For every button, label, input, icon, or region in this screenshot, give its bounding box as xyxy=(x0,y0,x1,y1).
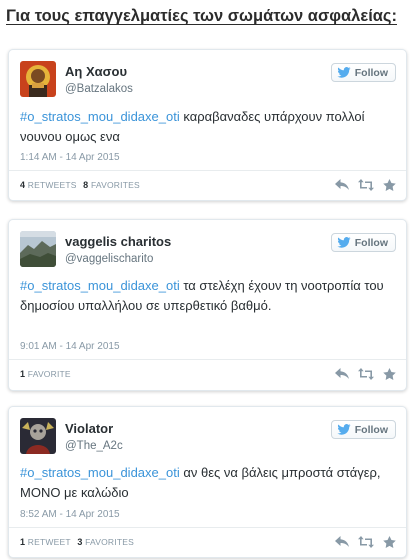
avatar[interactable] xyxy=(20,418,56,454)
retweets-label[interactable]: RETWEET xyxy=(28,537,71,547)
tweet-actions xyxy=(335,368,396,380)
retweet-icon[interactable] xyxy=(358,179,374,191)
author-handle[interactable]: @vaggelischarito xyxy=(65,253,153,265)
reply-icon[interactable] xyxy=(335,179,349,191)
author-handle[interactable]: @Batzalakos xyxy=(65,83,133,95)
retweet-count[interactable]: 4 xyxy=(20,180,25,190)
tweet-card: Violator @The_A2c Follow #o_stratos_mou_… xyxy=(8,406,407,558)
favorites-label[interactable]: FAVORITES xyxy=(91,180,140,190)
twitter-bird-icon xyxy=(337,67,351,78)
hashtag-link[interactable]: #o_stratos_mou_didaxe_oti xyxy=(20,109,180,124)
author-name[interactable]: vaggelis charitos xyxy=(65,234,171,249)
hashtag-link[interactable]: #o_stratos_mou_didaxe_oti xyxy=(20,465,180,480)
retweet-icon[interactable] xyxy=(358,368,374,380)
follow-label: Follow xyxy=(354,66,388,79)
retweet-icon[interactable] xyxy=(358,536,374,548)
favorite-count[interactable]: 8 xyxy=(83,180,88,190)
tweet-header: Αη Χασου @Batzalakos Follow xyxy=(20,61,396,101)
tweet-card: Αη Χασου @Batzalakos Follow #o_stratos_m… xyxy=(8,49,407,201)
retweet-count[interactable]: 1 xyxy=(20,537,25,547)
retweets-label[interactable]: RETWEETS xyxy=(28,180,77,190)
tweet-timestamp[interactable]: 8:52 AM - 14 Apr 2015 xyxy=(20,509,120,520)
divider xyxy=(9,170,406,171)
tweet-card: vaggelis charitos @vaggelischarito Follo… xyxy=(8,219,407,391)
twitter-bird-icon xyxy=(337,237,351,248)
tweet-timestamp[interactable]: 1:14 AM - 14 Apr 2015 xyxy=(20,152,120,163)
favorite-count[interactable]: 1 xyxy=(20,369,25,379)
tweet-text: #o_stratos_mou_didaxe_oti αν θες να βάλε… xyxy=(20,463,394,503)
favorite-icon[interactable] xyxy=(383,536,396,548)
tweet-header: Violator @The_A2c Follow xyxy=(20,418,396,458)
favorites-label[interactable]: FAVORITE xyxy=(28,369,71,379)
follow-label: Follow xyxy=(354,236,388,249)
tweet-text: #o_stratos_mou_didaxe_oti τα στελέχη έχο… xyxy=(20,276,394,316)
divider xyxy=(9,359,406,360)
tweet-stats: 4 RETWEETS 8 FAVORITES xyxy=(20,180,140,190)
author-handle[interactable]: @The_A2c xyxy=(65,440,123,452)
favorite-icon[interactable] xyxy=(383,368,396,380)
tweet-actions xyxy=(335,179,396,191)
avatar[interactable] xyxy=(20,231,56,267)
tweet-text: #o_stratos_mou_didaxe_oti καραβαναδες υπ… xyxy=(20,107,394,147)
author-name[interactable]: Αη Χασου xyxy=(65,64,127,79)
avatar[interactable] xyxy=(20,61,56,97)
twitter-bird-icon xyxy=(337,424,351,435)
author-name[interactable]: Violator xyxy=(65,421,113,436)
tweet-header: vaggelis charitos @vaggelischarito Follo… xyxy=(20,231,396,271)
favorites-label[interactable]: FAVORITES xyxy=(85,537,134,547)
follow-label: Follow xyxy=(354,423,388,436)
reply-icon[interactable] xyxy=(335,536,349,548)
follow-button[interactable]: Follow xyxy=(330,420,396,439)
favorite-icon[interactable] xyxy=(383,179,396,191)
tweet-stats: 1 RETWEET 3 FAVORITES xyxy=(20,537,134,547)
favorite-count[interactable]: 3 xyxy=(77,537,82,547)
tweet-timestamp[interactable]: 9:01 AM - 14 Apr 2015 xyxy=(20,341,120,352)
tweet-stats: 1 FAVORITE xyxy=(20,369,71,379)
follow-button[interactable]: Follow xyxy=(330,63,396,82)
tweet-actions xyxy=(335,536,396,548)
divider xyxy=(9,527,406,528)
page-heading: Για τους επαγγελματίες των σωμάτων ασφαλ… xyxy=(6,7,397,25)
hashtag-link[interactable]: #o_stratos_mou_didaxe_oti xyxy=(20,278,180,293)
reply-icon[interactable] xyxy=(335,368,349,380)
follow-button[interactable]: Follow xyxy=(330,233,396,252)
